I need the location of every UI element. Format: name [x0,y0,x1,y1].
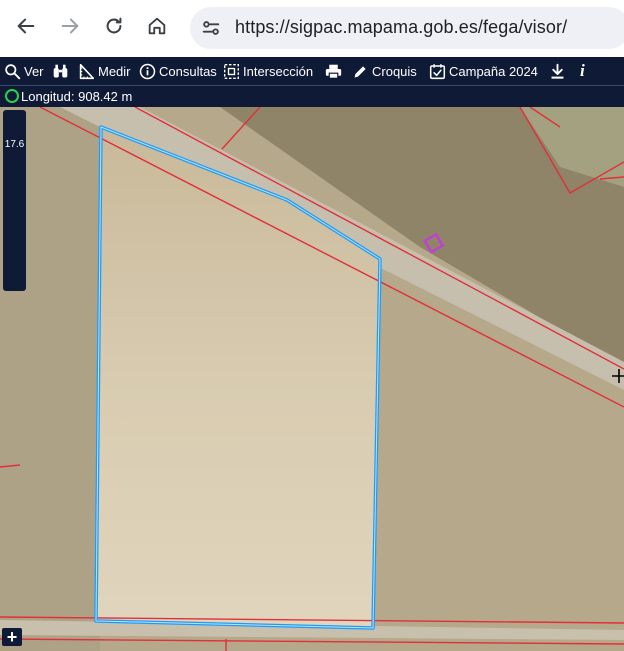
consultas-button[interactable]: Consultas [139,57,217,85]
browser-toolbar: https://sigpac.mapama.gob.es/fega/visor/ [0,0,624,57]
arrow-right-icon [61,18,79,34]
reload-button[interactable] [100,12,128,40]
forward-button[interactable] [56,12,84,40]
download-button[interactable] [549,57,569,85]
sigpac-toolbar: Ver Medir Consultas Intersección Croquis… [0,57,624,85]
map-viewer[interactable] [0,107,624,651]
reload-icon [106,17,122,34]
campana-button[interactable]: Campaña 2024 [429,57,538,85]
croquis-button[interactable]: Croquis [352,57,417,85]
home-icon [148,17,166,35]
consultas-label: Consultas [159,63,217,79]
calendar-check-icon [429,63,446,79]
info-label: i [580,61,585,80]
expand-panel-button[interactable]: + [2,626,22,647]
search-icon [5,63,21,79]
info-circle-icon [139,63,156,79]
croquis-label: Croquis [372,63,417,79]
longitud-readout: Longitud: 908.42 m [21,89,133,104]
ver-button[interactable]: Ver [4,57,44,85]
download-icon [551,63,564,79]
interseccion-label: Intersección [243,63,314,79]
pencil-icon [354,65,366,77]
arrow-left-icon [17,18,35,34]
medir-label: Medir [98,63,131,79]
measurement-status-bar: Longitud: 908.42 m [0,85,624,108]
ver-label: Ver [24,63,44,79]
back-button[interactable] [12,12,40,40]
home-button[interactable] [143,12,171,40]
interseccion-button[interactable]: Intersección [223,57,313,85]
campana-label: Campaña 2024 [449,63,538,79]
url-text: https://sigpac.mapama.gob.es/fega/visor/ [235,17,568,37]
ruler-icon [79,63,95,79]
zoom-level-value: 17.6 [4,139,25,150]
status-indicator-icon [5,89,19,103]
intersection-icon [224,63,239,79]
print-button[interactable] [325,57,345,85]
zoom-slider[interactable]: 17.6 [3,110,26,291]
info-button[interactable]: i [580,57,585,85]
crosshair-cursor-icon [612,369,624,383]
printer-icon [325,64,342,79]
tune-icon[interactable] [200,17,222,39]
aerial-imagery [0,107,624,651]
medir-button[interactable]: Medir [78,57,131,85]
plus-icon: + [6,626,18,647]
binoculars-button[interactable] [52,57,72,85]
address-bar[interactable]: https://sigpac.mapama.gob.es/fega/visor/ [190,7,624,49]
binoculars-icon [53,64,68,77]
